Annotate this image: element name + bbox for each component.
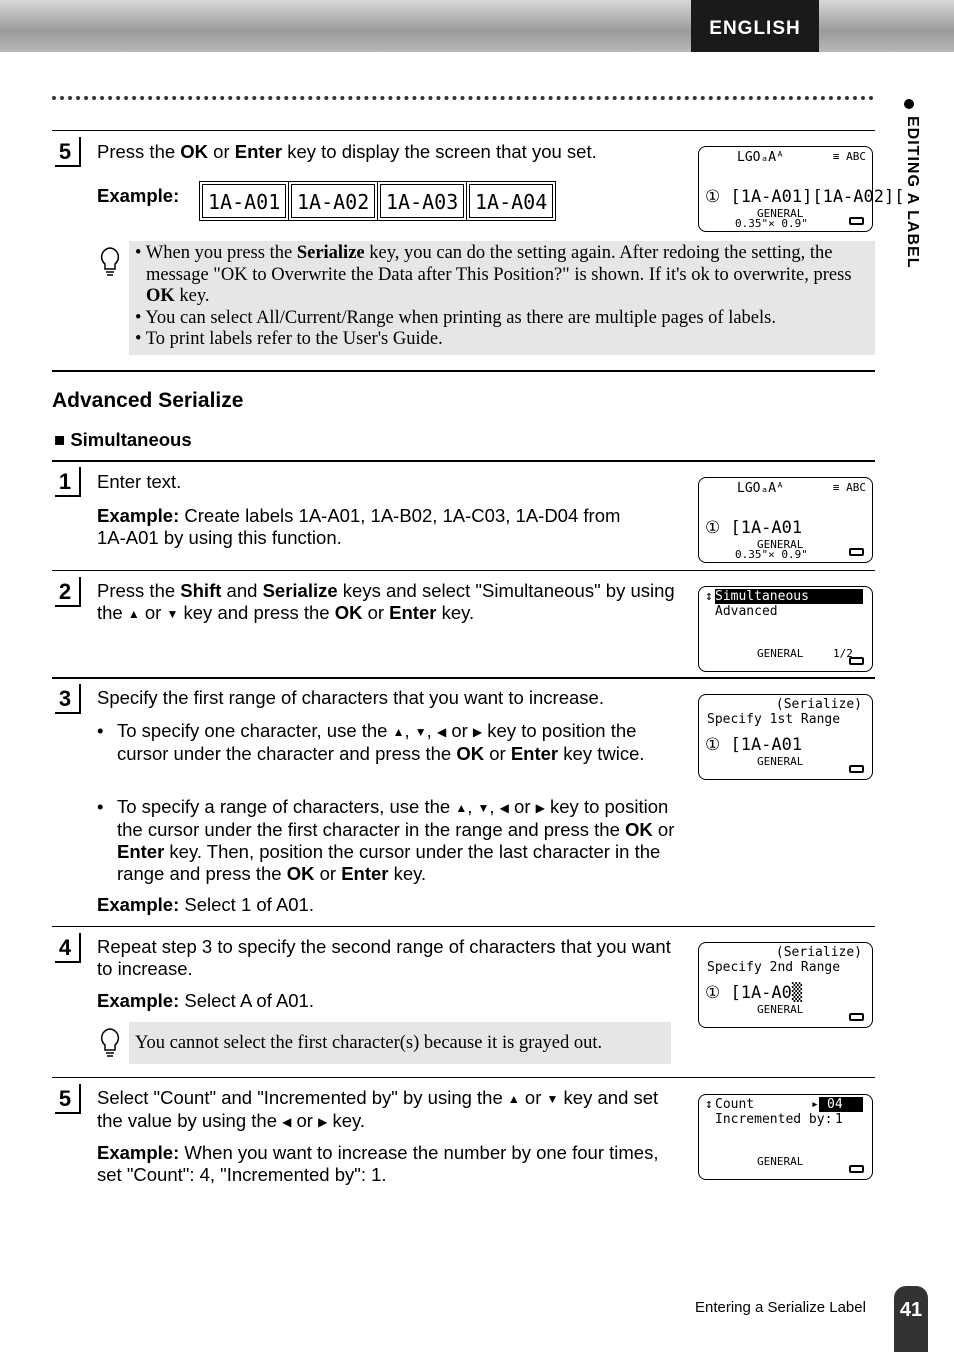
battery-icon [849, 657, 864, 665]
example-text: Example: Create labels 1A-A01, 1A-B02, 1… [97, 505, 621, 548]
square-bullet-icon: ■ [54, 429, 71, 450]
divider [52, 570, 875, 571]
dotted-divider [52, 96, 874, 100]
lightbulb-icon [100, 247, 120, 276]
example-text: Example: Select 1 of A01. [97, 894, 314, 915]
subsection-title: ■ Simultaneous [54, 429, 192, 450]
down-arrow-icon: ▼ [166, 607, 179, 621]
note-box: You cannot select the first character(s)… [129, 1022, 671, 1064]
step-text: Press the Shift and Serialize keys and s… [97, 580, 675, 623]
example-label-image: 1A-A04 [466, 181, 557, 221]
bullet-item: • To specify one character, use the ▲, ▼,… [97, 720, 645, 764]
lcd-screen: (Serialize) Specify 2nd Range ① [1A-A0▒ GE… [698, 942, 873, 1028]
example-label-image: 1A-A01 [199, 181, 290, 221]
note-box: • When you press the Serialize key, you … [129, 241, 875, 355]
battery-icon [849, 1165, 864, 1173]
step-text: Specify the first range of characters th… [97, 687, 604, 708]
step-text: Press the OK or Enter key to display the… [97, 141, 597, 162]
example-label-image: 1A-A02 [288, 181, 379, 221]
step-number: 2 [55, 577, 81, 607]
step-text: Enter text. [97, 471, 182, 492]
step-text: Repeat step 3 to specify the second rang… [97, 936, 671, 979]
footer-title: Entering a Serialize Label [695, 1299, 866, 1316]
divider [52, 677, 875, 679]
lcd-screen: ↕ Count ▸ 04 Incremented by: 1 GENERAL [698, 1094, 873, 1180]
bullet-icon [904, 99, 914, 109]
divider [52, 460, 875, 462]
step-number: 5 [55, 1084, 81, 1114]
divider [52, 370, 875, 372]
lcd-screen: LGOₐAᴬ ≡ ABC ① [1A-A01 GENERAL 0.35"× 0.9" [698, 477, 873, 563]
example-label-image: 1A-A03 [377, 181, 468, 221]
language-tab: ENGLISH [691, 0, 819, 52]
example-text: Example: When you want to increase the n… [97, 1142, 659, 1185]
step-text: Select "Count" and "Incremented by" by u… [97, 1087, 659, 1131]
step-number: 1 [55, 467, 81, 497]
divider [52, 926, 875, 927]
lightbulb-icon [100, 1028, 120, 1057]
battery-icon [849, 765, 864, 773]
lcd-screen: LGOₐAᴬ ≡ ABC ① [1A-A01][1A-A02][ GENERAL 0… [698, 146, 904, 232]
section-title: Advanced Serialize [52, 389, 244, 412]
step-number: 3 [55, 684, 81, 714]
lcd-screen: ↕ Simultaneous Advanced GENERAL 1/2 [698, 586, 873, 672]
step-number: 4 [55, 933, 81, 963]
divider [52, 130, 875, 131]
example-text: Example: Select A of A01. [97, 990, 315, 1011]
battery-icon [849, 1013, 864, 1021]
page-number: 41 [894, 1286, 928, 1352]
side-tab-label: EDITING A LABEL [904, 116, 921, 269]
bullet-item: • To specify a range of characters, use t… [97, 796, 675, 884]
lcd-screen: (Serialize) Specify 1st Range ① [1A-A01 GE… [698, 694, 873, 780]
battery-icon [849, 548, 864, 556]
step-number: 5 [55, 137, 81, 167]
battery-icon [849, 217, 864, 225]
divider [52, 1077, 875, 1078]
up-arrow-icon: ▲ [127, 607, 140, 621]
